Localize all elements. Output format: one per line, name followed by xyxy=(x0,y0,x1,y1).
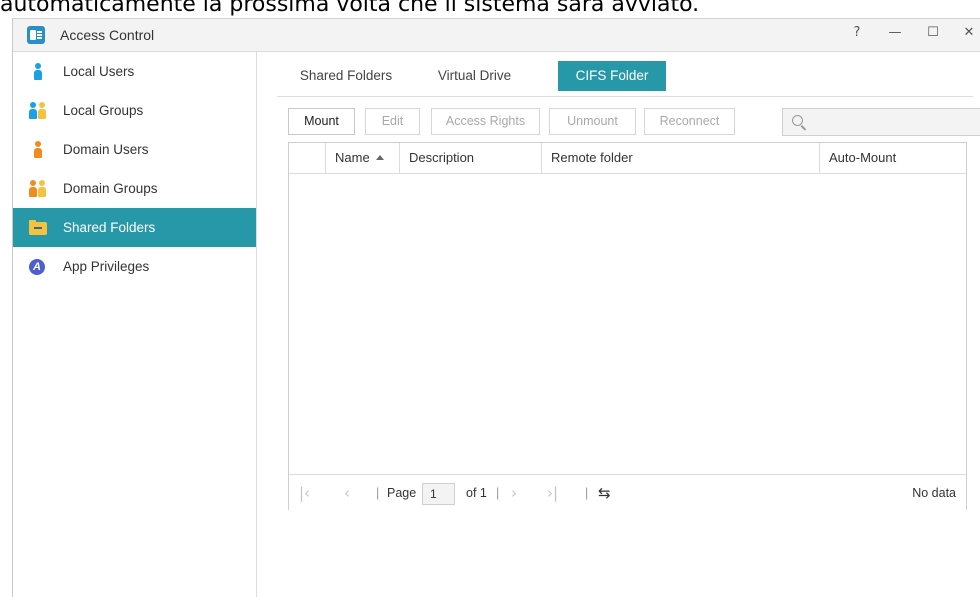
select-all-column[interactable] xyxy=(289,143,325,173)
divider: | xyxy=(376,486,380,500)
mount-button[interactable]: Mount xyxy=(288,108,355,135)
search-icon xyxy=(792,115,803,126)
domain-groups-icon xyxy=(29,179,47,198)
window-title: Access Control xyxy=(60,27,155,43)
column-header-auto-mount[interactable]: Auto-Mount xyxy=(819,143,968,173)
column-header-name[interactable]: Name xyxy=(325,143,399,173)
access-control-app-icon xyxy=(27,26,45,44)
local-groups-icon xyxy=(29,101,47,120)
last-page-icon[interactable]: ›| xyxy=(547,475,558,511)
cifs-folder-table: Name Description Remote folder Auto-Moun… xyxy=(288,142,967,510)
column-header-description[interactable]: Description xyxy=(399,143,541,173)
sidebar-item-local-groups[interactable]: Local Groups xyxy=(13,91,256,130)
app-privileges-icon: A xyxy=(29,258,47,276)
reconnect-button[interactable]: Reconnect xyxy=(644,108,735,135)
sort-ascending-icon xyxy=(375,155,384,160)
table-header: Name Description Remote folder Auto-Moun… xyxy=(289,143,966,174)
tab-cifs-folder[interactable]: CIFS Folder xyxy=(558,61,666,91)
page-count-label: of 1 xyxy=(466,486,487,500)
access-rights-button[interactable]: Access Rights xyxy=(431,108,540,135)
tab-virtual-drive[interactable]: Virtual Drive xyxy=(417,61,532,91)
sidebar-item-domain-users[interactable]: Domain Users xyxy=(13,130,256,169)
next-page-icon[interactable]: › xyxy=(511,475,517,511)
column-header-label: Name xyxy=(335,150,370,165)
pager-status: No data xyxy=(912,486,956,500)
refresh-icon[interactable]: ⇆ xyxy=(598,475,611,511)
minimize-button[interactable]: — xyxy=(881,21,909,45)
sidebar-item-label: Domain Groups xyxy=(63,181,158,196)
access-control-window: Access Control ? — ☐ ✕ Local Users Local… xyxy=(12,18,980,597)
pagination-bar: |‹ ‹ | Page 1 of 1 | › ›| | ⇆ No data xyxy=(289,474,966,510)
sidebar-item-label: App Privileges xyxy=(63,259,150,274)
sidebar-item-app-privileges[interactable]: A App Privileges xyxy=(13,247,256,286)
folder-icon xyxy=(29,219,47,237)
sidebar-item-label: Shared Folders xyxy=(63,220,156,235)
search-input[interactable] xyxy=(782,108,980,136)
tab-bar: Shared Folders Virtual Drive CIFS Folder xyxy=(277,61,973,97)
sidebar-item-label: Local Users xyxy=(63,64,135,79)
column-header-remote-folder[interactable]: Remote folder xyxy=(541,143,819,173)
background-caption: automaticamente la prossima volta che il… xyxy=(0,0,700,17)
maximize-button[interactable]: ☐ xyxy=(919,21,947,45)
page-label: Page xyxy=(387,486,417,500)
divider: | xyxy=(496,486,500,500)
sidebar-item-local-users[interactable]: Local Users xyxy=(13,52,256,91)
unmount-button[interactable]: Unmount xyxy=(549,108,636,135)
sidebar: Local Users Local Groups Domain Users Do… xyxy=(13,52,257,597)
divider: | xyxy=(585,486,589,500)
sidebar-item-domain-groups[interactable]: Domain Groups xyxy=(13,169,256,208)
sidebar-item-shared-folders[interactable]: Shared Folders xyxy=(13,208,256,247)
toolbar: Mount Edit Access Rights Unmount Reconne… xyxy=(288,104,980,138)
edit-button[interactable]: Edit xyxy=(365,108,420,135)
tab-shared-folders[interactable]: Shared Folders xyxy=(289,61,403,91)
page-number-input[interactable]: 1 xyxy=(422,483,455,505)
sidebar-item-label: Domain Users xyxy=(63,142,149,157)
domain-user-icon xyxy=(29,140,47,159)
sidebar-item-label: Local Groups xyxy=(63,103,144,118)
help-button[interactable]: ? xyxy=(843,21,871,45)
close-button[interactable]: ✕ xyxy=(955,21,980,45)
first-page-icon[interactable]: |‹ xyxy=(299,475,310,511)
local-user-icon xyxy=(29,62,47,81)
title-bar[interactable]: Access Control ? — ☐ ✕ xyxy=(13,19,980,52)
previous-page-icon[interactable]: ‹ xyxy=(344,475,350,511)
